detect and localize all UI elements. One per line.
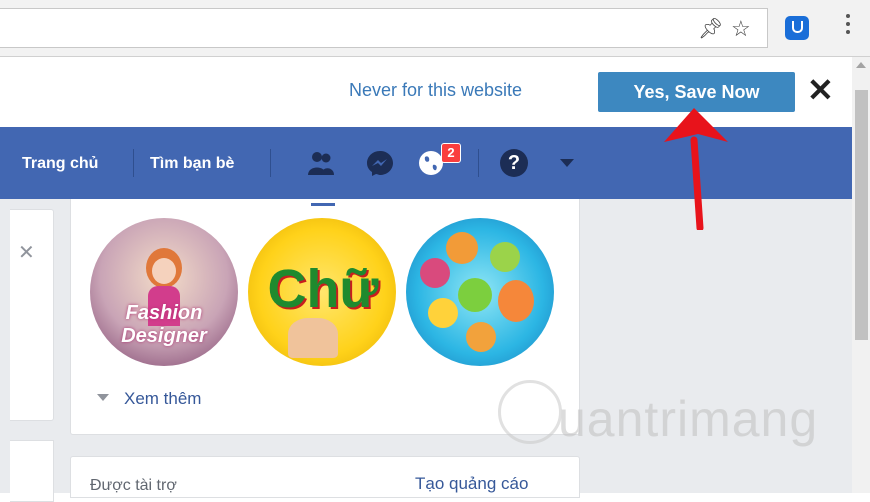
messenger-icon[interactable] bbox=[366, 149, 394, 177]
game-thumbnail[interactable] bbox=[406, 218, 554, 366]
chevron-down-icon bbox=[97, 394, 109, 401]
nav-find-friends-link[interactable]: Tìm bạn bè bbox=[150, 155, 234, 173]
dismiss-close-icon[interactable]: ✕ bbox=[18, 240, 35, 265]
nav-divider bbox=[478, 149, 479, 177]
scroll-up-arrow-icon[interactable] bbox=[856, 62, 866, 68]
fruit-graphic bbox=[498, 280, 534, 322]
close-icon[interactable]: ✕ bbox=[807, 72, 834, 108]
game-thumbnail[interactable]: Chữ bbox=[248, 218, 396, 366]
sponsored-heading: Được tài trợ bbox=[90, 477, 177, 494]
account-menu-chevron-down-icon[interactable] bbox=[560, 159, 574, 167]
game-thumbnail[interactable]: Fashion Designer bbox=[90, 218, 238, 366]
scrollbar-thumb[interactable] bbox=[855, 90, 868, 340]
notification-badge: 2 bbox=[441, 143, 461, 163]
help-icon[interactable]: ? bbox=[500, 149, 528, 177]
game-title: Chữ bbox=[267, 259, 379, 319]
nav-divider bbox=[270, 149, 271, 177]
create-ad-link[interactable]: Tạo quảng cáo bbox=[415, 474, 528, 494]
star-icon[interactable]: ☆ bbox=[731, 18, 751, 40]
nav-divider bbox=[133, 149, 134, 177]
browser-toolbar: 📌︎ ☆ bbox=[0, 0, 870, 57]
fruit-graphic bbox=[466, 322, 496, 352]
game-title: Fashion Designer bbox=[121, 302, 207, 347]
red-arrow-annotation-icon bbox=[664, 108, 728, 230]
character-face bbox=[152, 258, 176, 284]
fruit-graphic bbox=[446, 232, 478, 264]
nav-home-link[interactable]: Trang chủ bbox=[22, 155, 98, 173]
active-tab-indicator bbox=[311, 203, 335, 206]
hand-graphic bbox=[288, 318, 338, 358]
never-for-this-website-link[interactable]: Never for this website bbox=[349, 80, 522, 101]
bitwarden-extension-icon[interactable] bbox=[785, 16, 809, 40]
fruit-graphic bbox=[458, 278, 492, 312]
fruit-graphic bbox=[420, 258, 450, 288]
fruit-graphic bbox=[428, 298, 458, 328]
friend-requests-icon[interactable] bbox=[307, 149, 335, 177]
see-more-link[interactable]: Xem thêm bbox=[124, 389, 201, 409]
menu-icon[interactable] bbox=[846, 14, 852, 38]
lightbulb-icon bbox=[498, 380, 562, 444]
watermark-text: uantrimang bbox=[558, 391, 819, 447]
address-bar[interactable] bbox=[0, 8, 768, 48]
fruit-graphic bbox=[490, 242, 520, 272]
pin-icon[interactable]: 📌︎ bbox=[698, 19, 723, 39]
